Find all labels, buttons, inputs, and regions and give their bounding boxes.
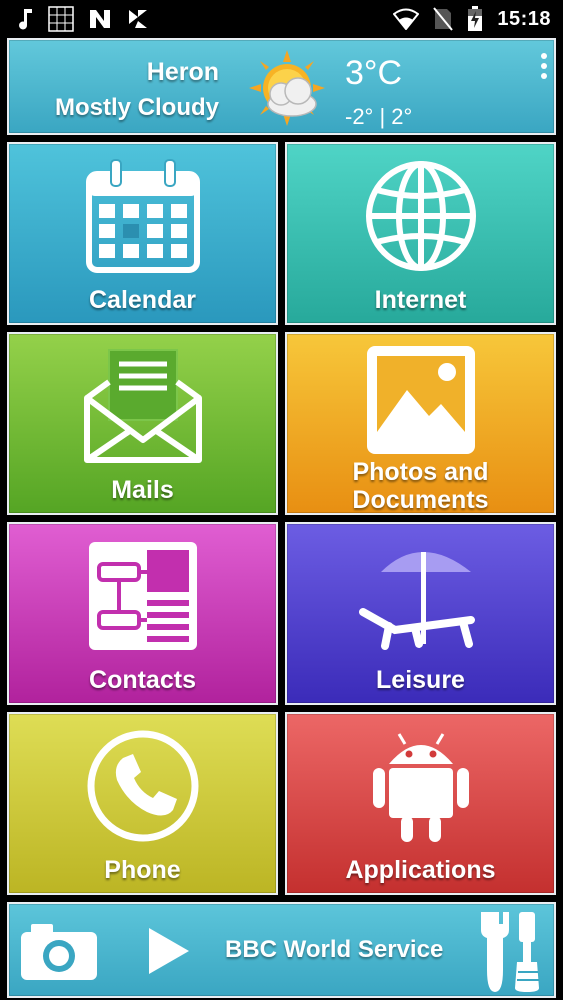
tile-applications[interactable]: Applications [285, 712, 556, 895]
phone-icon [87, 730, 198, 842]
weather-city: Heron [146, 58, 219, 86]
camera-icon[interactable] [19, 922, 99, 982]
weather-range: -2° | 2° [345, 104, 413, 129]
weather-widget[interactable]: Heron Mostly Cloudy 3°C -2° | 2° [7, 38, 556, 135]
n-app-icon [90, 10, 110, 28]
tile-applications-label: Applications [345, 856, 496, 884]
weather-temperature: 3°C [345, 54, 403, 92]
no-sim-icon [433, 7, 454, 31]
tile-photos-label-line1: Photos and [352, 458, 489, 486]
tile-calendar[interactable]: Calendar [7, 142, 278, 325]
tile-phone[interactable]: Phone [7, 712, 278, 895]
tile-calendar-label: Calendar [89, 286, 196, 314]
tile-photos-documents[interactable]: Photos and Documents [285, 332, 556, 515]
globe-icon [365, 161, 476, 271]
tile-mails[interactable]: Mails [7, 332, 278, 515]
status-bar: 15:18 [0, 0, 563, 36]
tile-phone-label: Phone [104, 856, 181, 884]
calendar-icon [85, 159, 200, 273]
tile-internet[interactable]: Internet [285, 142, 556, 325]
beach-chair-icon [358, 552, 475, 650]
sun-cloud-icon [249, 50, 325, 126]
tile-leisure[interactable]: Leisure [285, 522, 556, 705]
clock: 15:18 [497, 7, 551, 30]
tile-photos-label-line2: Documents [352, 486, 489, 514]
wifi-icon [393, 8, 420, 30]
music-note-icon [19, 9, 32, 30]
android-icon [372, 733, 469, 842]
sudoku-icon [48, 6, 74, 32]
check-app-icon [129, 10, 147, 28]
mail-icon [83, 349, 202, 463]
tile-mails-label: Mails [111, 476, 174, 504]
more-vert-icon[interactable] [540, 52, 548, 80]
contacts-icon [88, 542, 197, 650]
battery-icon [468, 6, 483, 31]
radio-station-label: BBC World Service [225, 936, 444, 963]
image-icon [366, 346, 475, 454]
tile-leisure-label: Leisure [376, 666, 465, 694]
tools-icon[interactable] [481, 910, 541, 994]
tile-contacts[interactable]: Contacts [7, 522, 278, 705]
tile-internet-label: Internet [374, 286, 467, 314]
tile-contacts-label: Contacts [89, 666, 196, 694]
play-icon[interactable] [147, 926, 191, 976]
radio-bar: BBC World Service [7, 902, 556, 998]
weather-condition: Mostly Cloudy [54, 94, 219, 121]
